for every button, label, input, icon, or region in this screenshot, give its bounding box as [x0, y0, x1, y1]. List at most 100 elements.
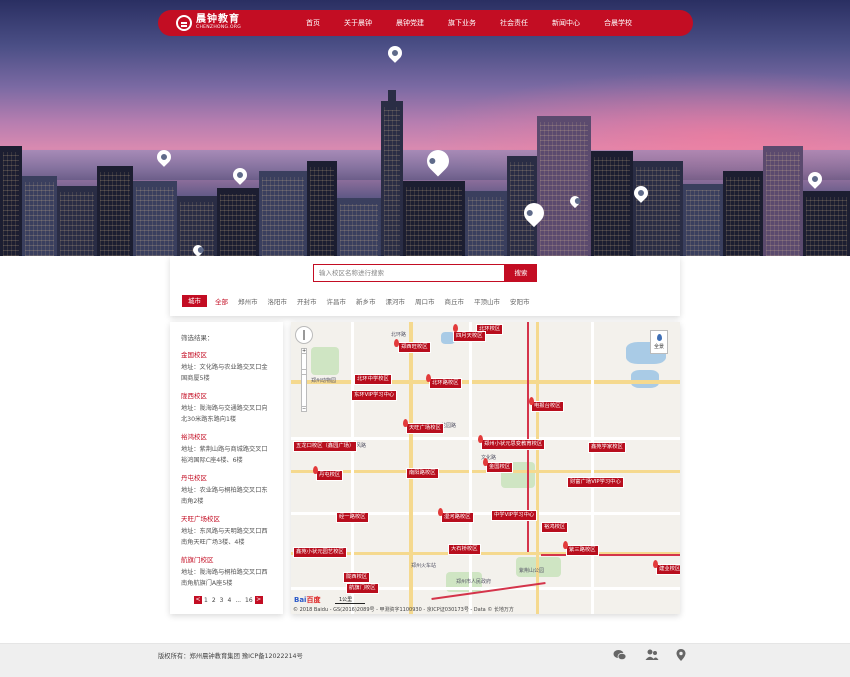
- campus-map[interactable]: 北环路 文化路 花园路 东风路 郑州市人民政府 郑州动物园 紫荆山公园 郑州火车…: [291, 322, 680, 614]
- city-anyang[interactable]: 安阳市: [510, 296, 530, 306]
- building: [217, 188, 259, 256]
- city-xinxiang[interactable]: 新乡市: [356, 296, 376, 306]
- city-kaifeng[interactable]: 开封市: [297, 296, 317, 306]
- map-campus-label[interactable]: 陇西校区: [343, 572, 371, 583]
- campus-item[interactable]: 航旗门校区 地址：陇海路与桐柏路交叉口西南角航旗门A座5楼: [181, 554, 272, 589]
- map-campus-label[interactable]: 紫三路校区: [566, 545, 599, 556]
- wechat-icon[interactable]: [613, 648, 627, 662]
- campus-item[interactable]: 金国校区 地址：文化路与农业路交叉口金国商厦5楼: [181, 349, 272, 384]
- map-zoom-slider[interactable]: + −: [301, 348, 307, 412]
- campus-item[interactable]: 丹屯校区 地址：农业路与桐柏路交叉口东南角2楼: [181, 472, 272, 507]
- map-campus-label[interactable]: 郑州小状元思变教育校区: [481, 439, 546, 450]
- prev-page-button[interactable]: <: [194, 596, 202, 604]
- map-campus-label[interactable]: 建业校区: [656, 564, 680, 575]
- map-marker-icon[interactable]: [394, 339, 399, 347]
- map-campus-label[interactable]: 财富广场VIP学习中心: [567, 477, 624, 488]
- map-campus-label[interactable]: 丹屯校区: [316, 470, 344, 481]
- city-all[interactable]: 全部: [215, 296, 228, 306]
- search-input[interactable]: 输入校区名称进行搜索: [313, 264, 505, 282]
- footer-copyright: 版权所有：郑州晨钟教育集团 豫ICP备12022214号: [158, 653, 303, 660]
- footer: 版权所有：郑州晨钟教育集团 豫ICP备12022214号: [0, 643, 850, 677]
- map-marker-icon[interactable]: [483, 458, 488, 466]
- map-campus-label[interactable]: 大石桥校区: [448, 544, 481, 555]
- map-marker-icon[interactable]: [563, 541, 568, 549]
- campus-item[interactable]: 天旺广场校区 地址：东风路与天明路交叉口西南角天旺广场3楼、4楼: [181, 513, 272, 548]
- map-marker-icon[interactable]: [529, 397, 534, 405]
- logo[interactable]: 晨钟教育 CHENZHONG.ORG: [176, 15, 276, 31]
- city-pingdingshan[interactable]: 平顶山市: [474, 296, 500, 306]
- building: [0, 146, 22, 256]
- campus-address: 地址：东风路与天明路交叉口西南角天旺广场3楼、4楼: [181, 528, 268, 546]
- map-marker-icon[interactable]: [653, 560, 658, 568]
- brand-name: 晨钟教育: [196, 14, 240, 26]
- map-campus-label[interactable]: 经一路校区: [336, 512, 369, 523]
- campus-name[interactable]: 航旗门校区: [181, 554, 272, 564]
- map-place-name: 紫荆山公园: [519, 568, 545, 574]
- map-campus-label[interactable]: 裕鸿校区: [541, 522, 569, 533]
- city-luoyang[interactable]: 洛阳市: [268, 296, 288, 306]
- map-pan-control[interactable]: [295, 326, 313, 344]
- map-scale: 1公里: [335, 596, 365, 604]
- nav-school[interactable]: 合晨学校: [604, 18, 632, 28]
- building: [133, 181, 177, 256]
- map-campus-label[interactable]: 鑫苑学家校区: [588, 442, 626, 453]
- building: [57, 186, 97, 256]
- zoom-out-button[interactable]: −: [301, 406, 307, 412]
- map-road: [469, 322, 472, 614]
- next-page-button[interactable]: >: [254, 596, 263, 604]
- map-campus-label[interactable]: 天旺广场校区: [406, 423, 444, 434]
- page-number[interactable]: 1: [204, 597, 208, 604]
- map-campus-label[interactable]: 金国校区: [486, 462, 514, 473]
- nav-news[interactable]: 新闻中心: [552, 18, 580, 28]
- full-view-button[interactable]: 全景: [650, 330, 668, 354]
- map-campus-label[interactable]: 湿河路校区: [441, 512, 474, 523]
- page-number[interactable]: 3: [220, 597, 224, 604]
- map-campus-label[interactable]: 中学VIP学习中心: [491, 510, 538, 521]
- nav-party[interactable]: 晨钟党建: [396, 18, 424, 28]
- baidu-logo: Bai百度: [294, 596, 321, 604]
- page-number[interactable]: 2: [212, 597, 216, 604]
- search-button[interactable]: 搜索: [505, 264, 537, 282]
- city-shangqiu[interactable]: 商丘市: [445, 296, 465, 306]
- users-icon[interactable]: [645, 648, 659, 662]
- map-campus-label[interactable]: 北环路校区: [429, 378, 462, 389]
- campus-name[interactable]: 陇西校区: [181, 390, 272, 400]
- map-marker-icon[interactable]: [403, 419, 408, 427]
- campus-name[interactable]: 丹屯校区: [181, 472, 272, 482]
- city-zhengzhou[interactable]: 郑州市: [238, 296, 258, 306]
- nav-business[interactable]: 旗下业务: [448, 18, 476, 28]
- nav-responsibility[interactable]: 社会责任: [500, 18, 528, 28]
- map-marker-icon[interactable]: [426, 374, 431, 382]
- building: [763, 146, 803, 256]
- map-campus-label[interactable]: 郑西旺校区: [398, 342, 431, 353]
- map-campus-label[interactable]: 东环VIP学习中心: [351, 390, 398, 401]
- building: [803, 191, 850, 256]
- nav-home[interactable]: 首页: [306, 18, 320, 28]
- city-luohe[interactable]: 漯河市: [386, 296, 406, 306]
- map-campus-label[interactable]: 南阳路校区: [406, 468, 439, 479]
- campus-item[interactable]: 裕鸿校区 地址：紫荆山路与商城路交叉口裕鸿国际C座4楼、6楼: [181, 431, 272, 466]
- map-campus-label[interactable]: 五龙口校区（鑫园广场）: [293, 441, 358, 452]
- map-marker-icon[interactable]: [453, 324, 458, 332]
- city-xuchang[interactable]: 许昌市: [327, 296, 347, 306]
- campus-name[interactable]: 裕鸿校区: [181, 431, 272, 441]
- zoom-in-button[interactable]: +: [301, 348, 307, 354]
- map-marker-icon[interactable]: [313, 466, 318, 474]
- city-zhoukou[interactable]: 周口市: [415, 296, 435, 306]
- campus-name[interactable]: 金国校区: [181, 349, 272, 359]
- map-marker-icon[interactable]: [478, 435, 483, 443]
- nav-about[interactable]: 关于晨钟: [344, 18, 372, 28]
- map-campus-label[interactable]: 电报台校区: [531, 401, 564, 412]
- campus-address: 地址：文化路与农业路交叉口金国商厦5楼: [181, 364, 268, 382]
- map-marker-icon[interactable]: [438, 508, 443, 516]
- campus-name[interactable]: 天旺广场校区: [181, 513, 272, 523]
- location-icon[interactable]: [674, 648, 688, 662]
- page-number[interactable]: 4: [227, 597, 231, 604]
- map-campus-label[interactable]: 航旗门校区: [346, 583, 379, 594]
- map-campus-label[interactable]: 北环中学校区: [354, 374, 392, 385]
- map-campus-label[interactable]: 四月天校区: [453, 331, 486, 342]
- zoom-handle[interactable]: [301, 369, 307, 375]
- map-campus-label[interactable]: 鑫苑小状元园艺校区: [293, 547, 347, 558]
- campus-item[interactable]: 陇西校区 地址：陇海路与交通路交叉口向北30米路东路向1楼: [181, 390, 272, 425]
- page-number[interactable]: 16: [245, 597, 253, 604]
